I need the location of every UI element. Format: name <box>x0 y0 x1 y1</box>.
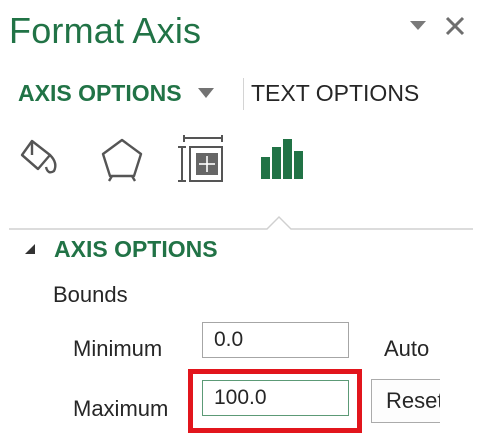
minimum-input[interactable]: 0.0 <box>202 322 349 358</box>
format-axis-pane: Format Axis AXIS OPTIONS TEXT OPTIONS AX… <box>0 0 478 441</box>
fill-line-icon[interactable] <box>18 135 66 183</box>
bounds-label: Bounds <box>53 282 128 307</box>
section-divider <box>9 216 473 230</box>
tab-separator <box>243 78 244 110</box>
section-title: AXIS OPTIONS <box>54 236 218 262</box>
pane-title: Format Axis <box>9 10 202 51</box>
options-tabs: AXIS OPTIONS TEXT OPTIONS <box>18 76 458 112</box>
maximum-label: Maximum <box>73 396 169 421</box>
collapse-triangle-icon[interactable] <box>24 243 36 255</box>
axis-options-icon[interactable] <box>258 135 306 183</box>
tab-text-options[interactable]: TEXT OPTIONS <box>251 80 419 107</box>
minimum-label: Minimum <box>73 336 163 361</box>
category-icon-row <box>18 135 338 185</box>
axis-options-section-header[interactable]: AXIS OPTIONS <box>24 236 324 266</box>
chevron-down-icon[interactable] <box>196 86 216 100</box>
effects-icon[interactable] <box>98 135 146 183</box>
dropdown-triangle-icon[interactable] <box>406 15 430 35</box>
size-properties-icon[interactable] <box>178 135 226 183</box>
maximum-input[interactable]: 100.0 <box>202 380 349 416</box>
tab-axis-options[interactable]: AXIS OPTIONS <box>18 80 182 107</box>
pane-title-controls <box>406 8 472 44</box>
close-icon[interactable] <box>440 11 470 41</box>
minimum-auto-label: Auto <box>384 336 430 361</box>
pane-right-clip <box>440 370 478 441</box>
